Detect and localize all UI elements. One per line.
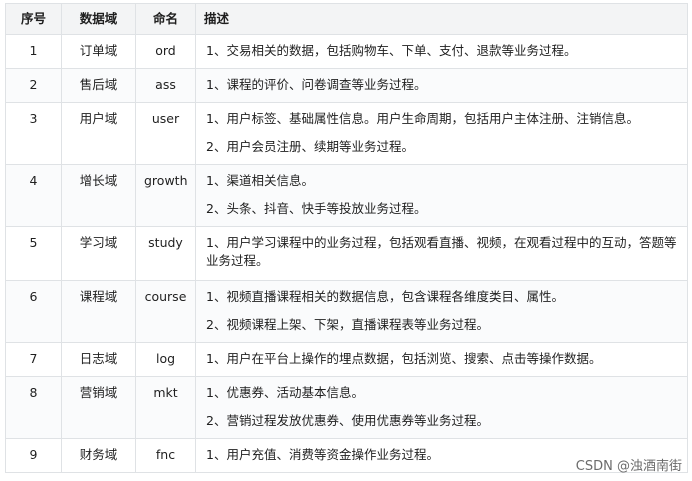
cell-description: 1、课程的评价、问卷调查等业务过程。 bbox=[195, 68, 688, 103]
cell-domain: 财务域 bbox=[61, 438, 136, 473]
cell-domain: 学习域 bbox=[61, 226, 136, 281]
description-line: 2、头条、抖音、快手等投放业务过程。 bbox=[206, 201, 427, 216]
data-domain-table: 序号 数据域 命名 描述 1 订单域 ord 1、交易相关的数据，包括购物车、下… bbox=[5, 3, 688, 473]
cell-name: user bbox=[135, 102, 196, 165]
cell-description: 1、用户在平台上操作的埋点数据，包括浏览、搜索、点击等操作数据。 bbox=[195, 342, 688, 377]
cell-no: 7 bbox=[5, 342, 62, 377]
cell-description: 1、用户标签、基础属性信息。用户生命周期，包括用户主体注册、注销信息。 2、用户… bbox=[195, 102, 688, 165]
table-row: 1 订单域 ord 1、交易相关的数据，包括购物车、下单、支付、退款等业务过程。 bbox=[5, 34, 688, 69]
table-row: 8 营销域 mkt 1、优惠券、活动基本信息。 2、营销过程发放优惠券、使用优惠… bbox=[5, 376, 688, 439]
cell-name: mkt bbox=[135, 376, 196, 439]
cell-description: 1、优惠券、活动基本信息。 2、营销过程发放优惠券、使用优惠券等业务过程。 bbox=[195, 376, 688, 439]
table-row: 2 售后域 ass 1、课程的评价、问卷调查等业务过程。 bbox=[5, 68, 688, 103]
header-domain: 数据域 bbox=[61, 3, 136, 35]
cell-name: fnc bbox=[135, 438, 196, 473]
cell-domain: 课程域 bbox=[61, 280, 136, 343]
description-line: 2、视频课程上架、下架，直播课程表等业务过程。 bbox=[206, 317, 489, 332]
cell-name: study bbox=[135, 226, 196, 281]
cell-description: 1、用户学习课程中的业务过程，包括观看直播、视频，在观看过程中的互动，答题等业务… bbox=[195, 226, 688, 281]
description-line: 1、用户学习课程中的业务过程，包括观看直播、视频，在观看过程中的互动，答题等业务… bbox=[206, 235, 677, 268]
header-description: 描述 bbox=[195, 3, 688, 35]
cell-domain: 售后域 bbox=[61, 68, 136, 103]
cell-domain: 订单域 bbox=[61, 34, 136, 69]
header-name: 命名 bbox=[135, 3, 196, 35]
table-row: 7 日志域 log 1、用户在平台上操作的埋点数据，包括浏览、搜索、点击等操作数… bbox=[5, 342, 688, 377]
cell-description: 1、渠道相关信息。 2、头条、抖音、快手等投放业务过程。 bbox=[195, 164, 688, 227]
description-line: 1、课程的评价、问卷调查等业务过程。 bbox=[206, 77, 427, 92]
cell-name: course bbox=[135, 280, 196, 343]
description-line: 1、渠道相关信息。 bbox=[206, 173, 314, 188]
cell-domain: 日志域 bbox=[61, 342, 136, 377]
description-line: 1、视频直播课程相关的数据信息，包含课程各维度类目、属性。 bbox=[206, 289, 564, 304]
cell-no: 3 bbox=[5, 102, 62, 165]
header-no: 序号 bbox=[5, 3, 62, 35]
description-line: 1、优惠券、活动基本信息。 bbox=[206, 385, 364, 400]
cell-no: 5 bbox=[5, 226, 62, 281]
description-line: 1、用户标签、基础属性信息。用户生命周期，包括用户主体注册、注销信息。 bbox=[206, 111, 639, 126]
cell-domain: 用户域 bbox=[61, 102, 136, 165]
cell-no: 6 bbox=[5, 280, 62, 343]
table-row: 4 增长域 growth 1、渠道相关信息。 2、头条、抖音、快手等投放业务过程… bbox=[5, 164, 688, 227]
cell-description: 1、视频直播课程相关的数据信息，包含课程各维度类目、属性。 2、视频课程上架、下… bbox=[195, 280, 688, 343]
cell-domain: 营销域 bbox=[61, 376, 136, 439]
cell-no: 4 bbox=[5, 164, 62, 227]
cell-name: ord bbox=[135, 34, 196, 69]
description-line: 2、用户会员注册、续期等业务过程。 bbox=[206, 139, 414, 154]
csdn-watermark: CSDN @浊酒南街 bbox=[575, 459, 682, 474]
description-line: 2、营销过程发放优惠券、使用优惠券等业务过程。 bbox=[206, 413, 489, 428]
cell-name: log bbox=[135, 342, 196, 377]
table-header-row: 序号 数据域 命名 描述 bbox=[5, 3, 688, 35]
table-row: 6 课程域 course 1、视频直播课程相关的数据信息，包含课程各维度类目、属… bbox=[5, 280, 688, 343]
cell-no: 9 bbox=[5, 438, 62, 473]
cell-no: 8 bbox=[5, 376, 62, 439]
description-line: 1、用户在平台上操作的埋点数据，包括浏览、搜索、点击等操作数据。 bbox=[206, 351, 602, 366]
description-line: 1、交易相关的数据，包括购物车、下单、支付、退款等业务过程。 bbox=[206, 43, 577, 58]
cell-domain: 增长域 bbox=[61, 164, 136, 227]
cell-name: ass bbox=[135, 68, 196, 103]
table-row: 5 学习域 study 1、用户学习课程中的业务过程，包括观看直播、视频，在观看… bbox=[5, 226, 688, 281]
cell-no: 2 bbox=[5, 68, 62, 103]
cell-no: 1 bbox=[5, 34, 62, 69]
cell-description: 1、交易相关的数据，包括购物车、下单、支付、退款等业务过程。 bbox=[195, 34, 688, 69]
data-domain-table-page: 序号 数据域 命名 描述 1 订单域 ord 1、交易相关的数据，包括购物车、下… bbox=[5, 3, 688, 473]
table-row: 3 用户域 user 1、用户标签、基础属性信息。用户生命周期，包括用户主体注册… bbox=[5, 102, 688, 165]
cell-name: growth bbox=[135, 164, 196, 227]
